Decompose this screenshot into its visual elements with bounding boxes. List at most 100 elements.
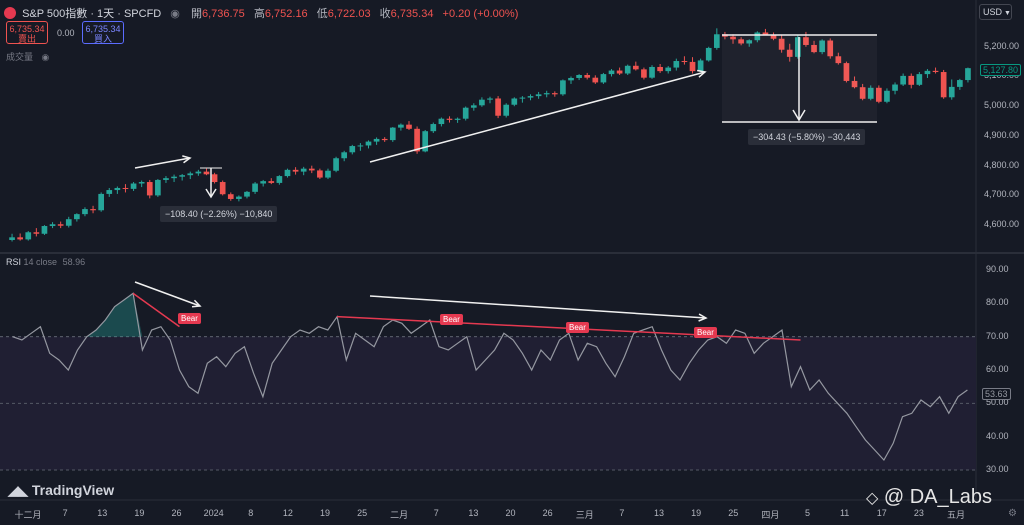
time-tick-label: 12 [282,508,293,518]
watermark-text: @ DA_Labs [883,486,993,508]
candle-body [9,237,15,240]
bear-tag: Bear [178,313,201,324]
candle-body [543,93,550,95]
rsi-tick-label: 30.00 [986,464,1009,474]
rsi-tick-label: 80.00 [986,297,1009,308]
time-tick-label: 8 [248,508,254,518]
time-tick-label: 26 [542,508,553,518]
time-tick-label: 13 [468,508,479,518]
candle-body [665,67,672,72]
candle-body [163,178,169,180]
candle-body [49,224,56,227]
time-tick-label: 19 [319,508,330,518]
candle-body [689,61,696,72]
time-tick-label: 25 [728,508,739,518]
watermark: ◇ @ DA_Labs [866,486,992,509]
time-tick-label: 13 [97,508,108,518]
candle-body [171,176,177,179]
candle-body [381,138,388,141]
time-tick-label: 十二月 [14,510,42,520]
candle-body [600,74,607,83]
candle-body [260,181,267,184]
rsi-tick-label: 70.00 [986,330,1009,341]
candle-body [462,107,469,119]
candle-body [616,70,623,74]
candle-body [568,77,574,81]
candle-body [33,232,40,234]
candle-body [341,152,348,159]
time-tick-label: 7 [62,508,68,518]
price-tick-label: 4,700.00 [984,189,1020,200]
trend-arrow [369,71,706,163]
time-tick-label: 5 [805,508,811,518]
candle-body [965,68,971,81]
candle-body [114,187,121,191]
candle-body [511,98,518,105]
time-tick-label: 三月 [575,510,594,520]
candle-body [333,158,339,171]
rsi-legend: RSI 14 close 58.96 [6,257,85,267]
binance-logo-icon: ◇ [866,490,879,507]
candle-body [503,104,510,116]
price-tick-label: 4,800.00 [984,159,1020,170]
price-chart[interactable] [0,0,1024,525]
candle-body [438,118,445,125]
price-tick-label: 4,600.00 [984,219,1020,230]
candle-body [268,181,275,183]
time-tick-label: 19 [134,508,145,518]
price-tick-label: 5,200.00 [984,40,1020,51]
candle-body [211,174,218,183]
candle-body [535,94,542,97]
trend-arrow [134,157,191,169]
candle-body [276,176,283,183]
bear-tag: Bear [440,314,463,325]
candle-body [308,168,315,171]
candle-body [17,237,23,240]
candle-body [389,127,396,141]
candle-body [624,65,631,74]
candle-body [219,182,226,195]
time-tick-label: 五月 [946,510,966,520]
candle-body [673,61,680,68]
candle-body [551,93,558,95]
candle-body [57,224,64,226]
candle-body [454,118,461,120]
candle-body [487,98,493,100]
candle-body [560,80,566,95]
candle-body [98,193,104,211]
rsi-last-tag: 53.63 [982,388,1011,400]
candle-body [705,47,712,61]
candle-body [519,97,526,99]
measure-label-1: −108.40 (−2.26%) −10,840 [160,206,278,222]
candle-body [292,169,299,172]
time-tick-label: 2024 [203,508,224,518]
candle-body [649,66,655,78]
candle-body [495,98,501,116]
candle-body [82,209,88,215]
candle-body [317,170,323,178]
settings-gear-icon[interactable]: ⚙ [1008,508,1017,519]
candle-body [414,128,420,152]
time-tick-label: 20 [505,508,516,518]
candle-body [608,70,615,75]
candle-body [373,138,380,142]
bear-tag: Bear [694,327,717,338]
candle-body [900,75,906,85]
candle-body [300,168,307,172]
candle-body [365,141,372,146]
tradingview-logo[interactable]: ◢◣ TradingView [8,482,114,499]
candle-body [155,179,161,196]
candle-body [195,171,202,174]
candle-body [430,124,437,132]
candle-body [349,146,356,153]
time-tick-label: 23 [913,508,924,518]
candle-body [713,34,720,48]
candle-body [884,90,890,102]
time-tick-label: 11 [839,508,850,518]
candle-body [122,187,129,189]
candle-body [236,196,242,199]
candle-body [592,77,599,83]
candle-body [398,124,404,128]
tradingview-logo-text: TradingView [31,482,115,498]
candle-body [203,171,210,175]
